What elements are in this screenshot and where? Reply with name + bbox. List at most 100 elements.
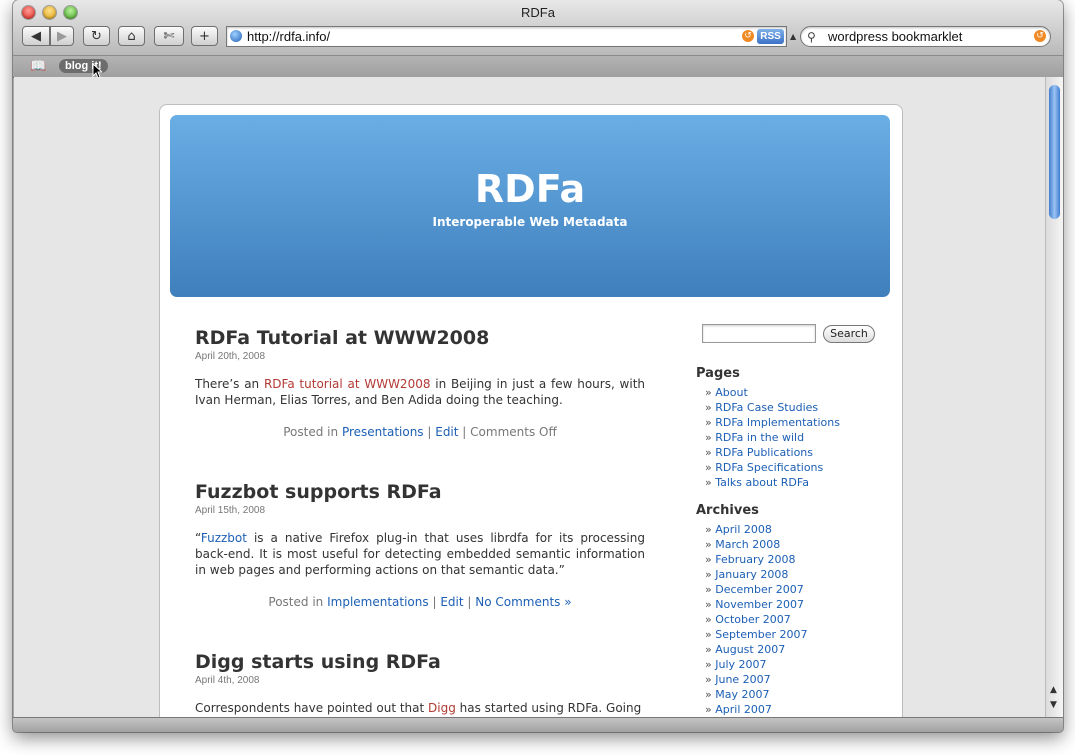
bookmarks-book-icon[interactable]: 📖 [30, 59, 46, 74]
page-link[interactable]: RDFa in the wild [715, 431, 804, 444]
blog-page: RDFa Interoperable Web Metadata RDFa Tut… [159, 104, 903, 717]
archive-link[interactable]: September 2007 [715, 628, 807, 641]
archive-link[interactable]: June 2007 [715, 673, 770, 686]
scissors-icon: ✄ [163, 28, 175, 44]
list-item: June 2007 [705, 672, 808, 687]
forward-arrow-icon: ▶ [57, 28, 67, 44]
post-body: “Fuzzbot is a native Firefox plug-in tha… [195, 530, 645, 578]
category-link[interactable]: Implementations [327, 595, 429, 609]
list-item: RDFa Publications [705, 445, 840, 460]
list-item: RDFa Case Studies [705, 400, 840, 415]
post-link[interactable]: Fuzzbot [201, 531, 247, 545]
plus-icon: + [199, 28, 210, 44]
page-link[interactable]: About [715, 386, 748, 399]
list-item: About [705, 385, 840, 400]
page-link[interactable]: RDFa Publications [715, 446, 813, 459]
archive-link[interactable]: December 2007 [715, 583, 804, 596]
page-link[interactable]: RDFa Case Studies [715, 401, 818, 414]
list-item: March 2008 [705, 537, 808, 552]
blog-description: Interoperable Web Metadata [432, 215, 628, 229]
globe-icon [230, 30, 242, 42]
post-link[interactable]: Digg [428, 701, 456, 715]
search-query[interactable]: wordpress bookmarklet [828, 29, 962, 44]
post-link[interactable]: RDFa tutorial at WWW2008 [264, 377, 431, 391]
address-bar[interactable]: http://rdfa.info/ ↺ RSS [226, 26, 787, 47]
posted-in-label: Posted in [268, 595, 328, 609]
archive-link[interactable]: November 2007 [715, 598, 804, 611]
rss-button[interactable]: RSS [757, 29, 784, 44]
title-bar: RDFa ◀ ▶ ↻ ⌂ ✄ + http://rdfa.info/ ↺ RSS… [13, 0, 1063, 55]
add-bookmark-button[interactable]: + [191, 26, 218, 46]
page-link[interactable]: RDFa Specifications [715, 461, 823, 474]
status-bar [13, 717, 1063, 732]
post-text: Correspondents have pointed out that [195, 701, 429, 715]
post: Digg starts using RDFa April 4th, 2008 C… [195, 651, 645, 716]
list-item: May 2007 [705, 687, 808, 702]
post-title[interactable]: Digg starts using RDFa [195, 651, 645, 673]
back-arrow-icon: ◀ [31, 28, 41, 44]
forward-button[interactable]: ▶ [50, 26, 74, 46]
post-date: April 15th, 2008 [195, 505, 266, 516]
search-snapback-icon[interactable]: ↺ [1034, 30, 1046, 42]
archive-link[interactable]: October 2007 [715, 613, 791, 626]
comments-link[interactable]: No Comments » [475, 595, 571, 609]
post-text: is a native Firefox plug-in that uses li… [195, 531, 645, 577]
edit-link[interactable]: Edit [440, 595, 463, 609]
post-text: There’s an [195, 377, 264, 391]
list-item: November 2007 [705, 597, 808, 612]
scrollbar-thumb[interactable] [1049, 85, 1060, 219]
meta-separator: | [428, 595, 441, 609]
post-meta: Posted in Presentations | Edit | Comment… [195, 425, 645, 439]
home-button[interactable]: ⌂ [118, 26, 145, 46]
snapback-icon[interactable]: ↺ [742, 30, 754, 42]
archive-link[interactable]: April 2007 [715, 703, 772, 716]
vertical-scrollbar[interactable]: ▲ ▼ [1045, 77, 1063, 717]
snapback-button[interactable]: ✄ [154, 26, 184, 46]
scroll-down-arrow-icon[interactable]: ▼ [1050, 700, 1057, 710]
sidebar-search-button[interactable]: Search [823, 325, 875, 343]
post-title[interactable]: RDFa Tutorial at WWW2008 [195, 327, 645, 349]
list-item: December 2007 [705, 582, 808, 597]
archive-link[interactable]: January 2008 [715, 568, 788, 581]
page-link[interactable]: RDFa Implementations [715, 416, 840, 429]
search-icon: ⚲ [807, 30, 816, 44]
archive-link[interactable]: August 2007 [715, 643, 785, 656]
archive-link[interactable]: March 2008 [715, 538, 780, 551]
sidebar-search-input[interactable] [702, 324, 816, 343]
archive-link[interactable]: February 2008 [715, 553, 795, 566]
bookmarks-bar: 📖 blog it! [13, 55, 1063, 79]
back-button[interactable]: ◀ [22, 26, 50, 46]
blog-header: RDFa Interoperable Web Metadata [170, 115, 890, 297]
list-item: August 2007 [705, 642, 808, 657]
archives-list: April 2008 March 2008 February 2008 Janu… [705, 522, 808, 717]
page-viewport: RDFa Interoperable Web Metadata RDFa Tut… [14, 77, 1045, 717]
posted-in-label: Posted in [283, 425, 342, 439]
window-title: RDFa [521, 5, 555, 20]
list-item: RDFa in the wild [705, 430, 840, 445]
search-field[interactable]: ⚲ wordpress bookmarklet ↺ [800, 26, 1051, 47]
scroll-up-arrow-icon[interactable]: ▲ [1050, 685, 1057, 695]
address-text[interactable]: http://rdfa.info/ [247, 29, 330, 44]
archive-link[interactable]: April 2008 [715, 523, 772, 536]
list-item: February 2008 [705, 552, 808, 567]
pages-list: About RDFa Case Studies RDFa Implementat… [705, 385, 840, 490]
post-date: April 4th, 2008 [195, 675, 260, 686]
archive-link[interactable]: May 2007 [715, 688, 769, 701]
post-date: April 20th, 2008 [195, 351, 266, 362]
edit-link[interactable]: Edit [435, 425, 458, 439]
category-link[interactable]: Presentations [342, 425, 424, 439]
archives-heading: Archives [696, 503, 759, 518]
list-item: September 2007 [705, 627, 807, 642]
post-body: Correspondents have pointed out that Dig… [195, 700, 645, 716]
comments-status: Comments Off [470, 425, 557, 439]
list-item: RDFa Specifications [705, 460, 840, 475]
page-link[interactable]: Talks about RDFa [715, 476, 809, 489]
post-body: There’s an RDFa tutorial at WWW2008 in B… [195, 376, 645, 408]
archive-link[interactable]: July 2007 [715, 658, 766, 671]
meta-separator: | [458, 425, 471, 439]
home-icon: ⌂ [127, 28, 136, 44]
post-title[interactable]: Fuzzbot supports RDFa [195, 481, 645, 503]
reload-button[interactable]: ↻ [83, 26, 110, 46]
blog-title[interactable]: RDFa [170, 167, 890, 211]
post: Fuzzbot supports RDFa April 15th, 2008 “… [195, 481, 645, 609]
